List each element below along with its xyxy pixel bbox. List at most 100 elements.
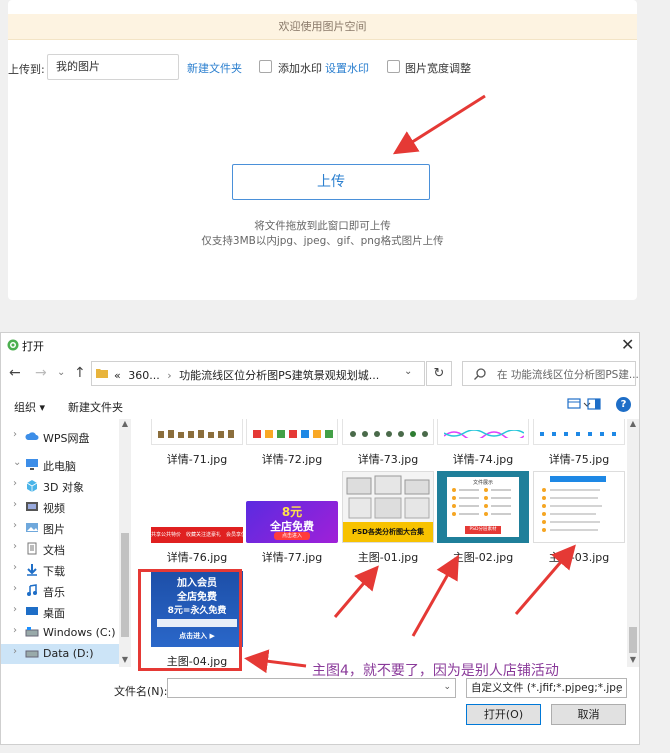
expand-arrow-icon[interactable]: › (13, 625, 17, 636)
file-list-scrollbar[interactable]: ▲ ▼ (627, 419, 639, 667)
format-hint: 仅支持3MB以内jpg、jpeg、gif、png格式图片上传 (201, 235, 444, 247)
close-icon[interactable]: ✕ (621, 335, 634, 354)
file-thumbnail (342, 419, 434, 445)
upload-button[interactable]: 上传 (232, 164, 430, 200)
open-button[interactable]: 打开(O) (466, 704, 541, 725)
file-name: 详情-77.jpg (261, 551, 323, 564)
expand-arrow-icon[interactable]: › (13, 562, 17, 573)
expand-arrow-icon[interactable]: ⌄ (13, 457, 21, 468)
navigation-scrollbar[interactable]: ▲ ▼ (119, 419, 131, 667)
thumbnail-graphic (452, 488, 511, 516)
scroll-thumb[interactable] (629, 627, 637, 653)
expand-arrow-icon[interactable]: › (13, 583, 17, 594)
sidebar-label: 3D 对象 (43, 481, 84, 494)
preview-pane-icon[interactable] (587, 396, 601, 412)
expand-arrow-icon[interactable]: › (13, 646, 17, 657)
thumb-cta: 点击进入 (274, 532, 310, 540)
sidebar-item-drive-c[interactable]: › Windows (C:) (1, 623, 119, 643)
sidebar-item-this-pc[interactable]: ⌄ 此电脑 (1, 455, 119, 475)
file-thumbnail: PSD各类分析图大合集 (342, 471, 434, 543)
history-chevron-icon[interactable]: ⌄ (57, 367, 65, 378)
back-arrow-icon[interactable]: ← (9, 365, 21, 381)
sidebar-label: 图片 (43, 523, 65, 536)
sidebar-item-drive-d[interactable]: › Data (D:) (1, 644, 119, 664)
computer-icon (26, 459, 38, 470)
scroll-up-icon[interactable]: ▲ (119, 419, 131, 428)
thumb-footer: PSD分层素材 (465, 526, 501, 534)
sidebar-item-pictures[interactable]: › 图片 (1, 518, 119, 538)
width-adjust-checkbox[interactable] (387, 60, 400, 73)
expand-arrow-icon[interactable]: › (13, 478, 17, 489)
expand-arrow-icon[interactable]: › (13, 604, 17, 615)
file-thumbnail (151, 419, 243, 445)
sidebar-item-music[interactable]: › 音乐 (1, 581, 119, 601)
chevron-down-icon[interactable]: ⌄ (614, 682, 622, 697)
scroll-down-icon[interactable]: ▼ (119, 655, 131, 664)
upload-to-label: 上传到: (8, 63, 45, 76)
filetype-value: 自定义文件 (*.jfif;*.pjpeg;*.jpe (471, 682, 623, 694)
file-name: 详情-75.jpg (548, 453, 610, 466)
document-icon (27, 542, 37, 555)
filename-input[interactable]: ⌄ (167, 678, 456, 698)
file-name: 详情-73.jpg (357, 453, 419, 466)
address-path: « 360... › 功能流线区位分析图PS建筑景观规划城... (114, 367, 379, 383)
expand-arrow-icon[interactable]: › (13, 499, 17, 510)
file-name: 主图-01.jpg (357, 551, 419, 564)
breadcrumb-360[interactable]: 360... (128, 369, 160, 382)
search-input[interactable]: 在 功能流线区位分析图PS建... (462, 361, 639, 386)
file-thumbnail (533, 419, 625, 445)
organize-menu[interactable]: 组织 ▾ (14, 399, 45, 415)
file-thumbnail (437, 419, 529, 445)
breadcrumb-current[interactable]: 功能流线区位分析图PS建筑景观规划城... (179, 369, 379, 382)
help-icon[interactable]: ? (616, 397, 631, 412)
sidebar-label: 音乐 (43, 586, 65, 599)
sidebar-item-video[interactable]: › 视频 (1, 497, 119, 517)
filetype-select[interactable]: 自定义文件 (*.jfif;*.pjpeg;*.jpe ⌄ (466, 678, 627, 698)
expand-arrow-icon[interactable]: › (13, 429, 17, 440)
thumbnail-graphic (444, 430, 524, 438)
sidebar-item-downloads[interactable]: › 下载 (1, 560, 119, 580)
up-arrow-icon[interactable]: ↑ (74, 365, 86, 381)
sidebar-item-documents[interactable]: › 文档 (1, 539, 119, 559)
search-icon (474, 368, 486, 380)
thumbnail-graphic (540, 432, 616, 436)
search-placeholder: 在 功能流线区位分析图PS建... (497, 369, 639, 381)
expand-arrow-icon[interactable]: › (13, 520, 17, 531)
thumbnail-graphic (253, 430, 333, 438)
new-folder-link[interactable]: 新建文件夹 (187, 60, 242, 76)
cancel-button[interactable]: 取消 (551, 704, 626, 725)
thumb-card: 文件展示 PSD分层素材 (447, 477, 519, 537)
file-name: 详情-72.jpg (261, 453, 323, 466)
forward-arrow-icon[interactable]: → (35, 365, 47, 381)
scroll-down-icon[interactable]: ▼ (627, 655, 639, 664)
sidebar-label: 视频 (43, 502, 65, 515)
chevron-down-icon[interactable]: ⌄ (404, 366, 412, 377)
sidebar-item-desktop[interactable]: › 桌面 (1, 602, 119, 622)
sidebar-item-3d[interactable]: › 3D 对象 (1, 476, 119, 496)
dialog-titlebar: 打开 ✕ (1, 333, 641, 357)
scroll-up-icon[interactable]: ▲ (627, 419, 639, 428)
address-bar[interactable]: « 360... › 功能流线区位分析图PS建筑景观规划城... ⌄ (91, 361, 425, 386)
refresh-icon[interactable]: ↻ (426, 361, 452, 386)
watermark-settings-link[interactable]: 设置水印 (325, 60, 369, 76)
width-adjust-label: 图片宽度调整 (405, 62, 471, 75)
thumbnail-graphic (158, 430, 234, 438)
sidebar-label: WPS网盘 (43, 432, 90, 445)
drag-hint: 将文件拖放到此窗口即可上传 (254, 220, 391, 232)
expand-arrow-icon[interactable]: › (13, 541, 17, 552)
download-icon (27, 564, 37, 576)
thumb-card-title: 文件展示 (472, 480, 493, 486)
new-folder-button[interactable]: 新建文件夹 (68, 399, 123, 415)
sidebar-label: 桌面 (43, 607, 65, 620)
sidebar-item-wps[interactable]: › WPS网盘 (1, 427, 119, 447)
scroll-thumb[interactable] (121, 533, 129, 637)
sidebar-label: 下载 (43, 565, 65, 578)
chevron-down-icon[interactable]: ⌄ (443, 682, 451, 692)
file-thumbnail (533, 471, 625, 543)
file-thumbnail: 文件展示 PSD分层素材 (437, 471, 529, 543)
sidebar-label: 文档 (43, 544, 65, 557)
watermark-checkbox[interactable] (259, 60, 272, 73)
desktop-icon (26, 607, 38, 615)
album-select[interactable]: 我的图片 (47, 54, 179, 80)
filename-label: 文件名(N): (114, 685, 168, 698)
